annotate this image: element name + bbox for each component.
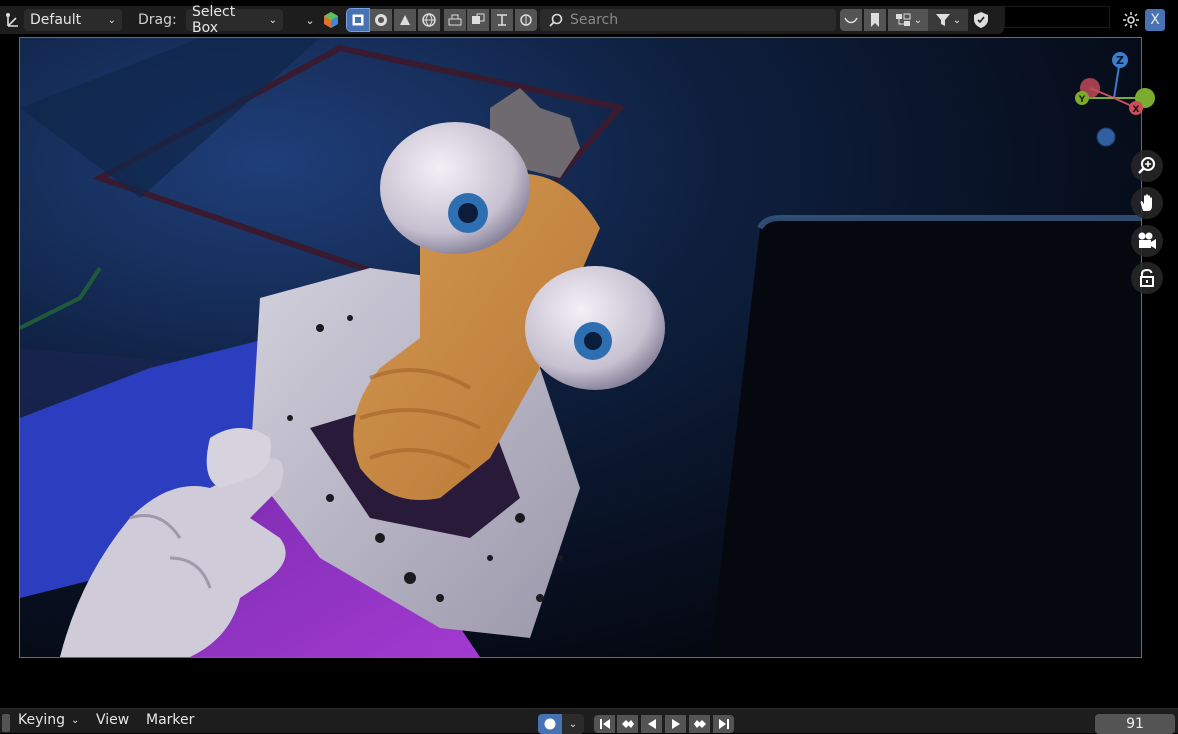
orientation-value: Default — [30, 12, 82, 28]
x-button-label: X — [1150, 12, 1160, 28]
axis-y-label: Y — [1078, 95, 1086, 105]
search-icon — [549, 13, 563, 27]
overlay-icon[interactable] — [444, 9, 466, 31]
drag-value: Select Box — [192, 4, 236, 36]
drag-dropdown[interactable]: Select Box ⌄ — [186, 4, 283, 36]
jump-end-icon[interactable] — [713, 715, 734, 733]
play-reverse-icon[interactable] — [641, 715, 662, 733]
jump-start-icon[interactable] — [594, 715, 615, 733]
chevron-down-icon[interactable]: ⌄ — [302, 10, 318, 30]
search-placeholder: Search — [570, 12, 619, 28]
orientation-dropdown[interactable]: Default ⌄ — [24, 9, 122, 31]
chevron-down-icon[interactable]: ⌄ — [562, 714, 584, 734]
settings-icon[interactable] — [1120, 9, 1142, 31]
bookmark-icon[interactable] — [864, 9, 886, 31]
camera-icon[interactable] — [1131, 225, 1163, 257]
axis-x-label: X — [1133, 105, 1140, 115]
x-button[interactable]: X — [1145, 9, 1165, 31]
marker-menu[interactable]: Marker — [146, 712, 194, 728]
select-extend-icon[interactable] — [370, 9, 392, 31]
shield-icon[interactable] — [970, 9, 992, 31]
chevron-down-icon: ⌄ — [913, 14, 923, 26]
search-input[interactable]: Search — [540, 9, 836, 31]
next-keyframe-icon[interactable] — [689, 715, 710, 733]
select-new-icon[interactable] — [346, 8, 370, 32]
proportional-icon[interactable] — [515, 9, 537, 31]
globe-icon[interactable] — [418, 9, 440, 31]
mesh-filter-icon[interactable] — [840, 9, 862, 31]
select-subtract-icon[interactable] — [394, 9, 416, 31]
orientation-icon[interactable] — [3, 9, 23, 31]
render-image — [20, 38, 1141, 657]
chevron-down-icon: ⌄ — [107, 14, 116, 26]
prev-keyframe-icon[interactable] — [617, 715, 638, 733]
drag-label: Drag: — [138, 12, 177, 28]
axis-neg-z-handle[interactable] — [1096, 127, 1116, 147]
hierarchy-icon[interactable]: ⌄ — [888, 9, 928, 31]
zoom-icon[interactable] — [1131, 150, 1163, 182]
chevron-down-icon: ⌄ — [952, 14, 962, 26]
chevron-down-icon: ⌄ — [268, 14, 277, 26]
chevron-down-icon: ⌄ — [71, 714, 80, 726]
record-button[interactable] — [538, 714, 562, 734]
axis-z-label: Z — [1116, 54, 1124, 67]
hand-pan-icon[interactable] — [1131, 187, 1163, 219]
keying-menu[interactable]: Keying ⌄ — [18, 712, 79, 728]
shading-color-icon[interactable] — [320, 9, 342, 31]
timeline-editor-icon[interactable] — [2, 714, 10, 732]
object-name-field[interactable] — [1004, 6, 1110, 28]
axis-gizmo[interactable]: Z Y X — [1070, 50, 1160, 150]
lock-icon[interactable] — [1131, 262, 1163, 294]
play-icon[interactable] — [665, 715, 686, 733]
view-menu[interactable]: View — [96, 712, 129, 728]
keying-label: Keying — [18, 712, 66, 728]
snap-icon[interactable] — [491, 9, 513, 31]
filter-icon[interactable]: ⌄ — [928, 9, 968, 31]
camera-viewport[interactable] — [19, 37, 1142, 658]
gizmo-toggle-icon[interactable] — [467, 9, 489, 31]
current-frame-field[interactable]: 91 — [1095, 714, 1175, 734]
